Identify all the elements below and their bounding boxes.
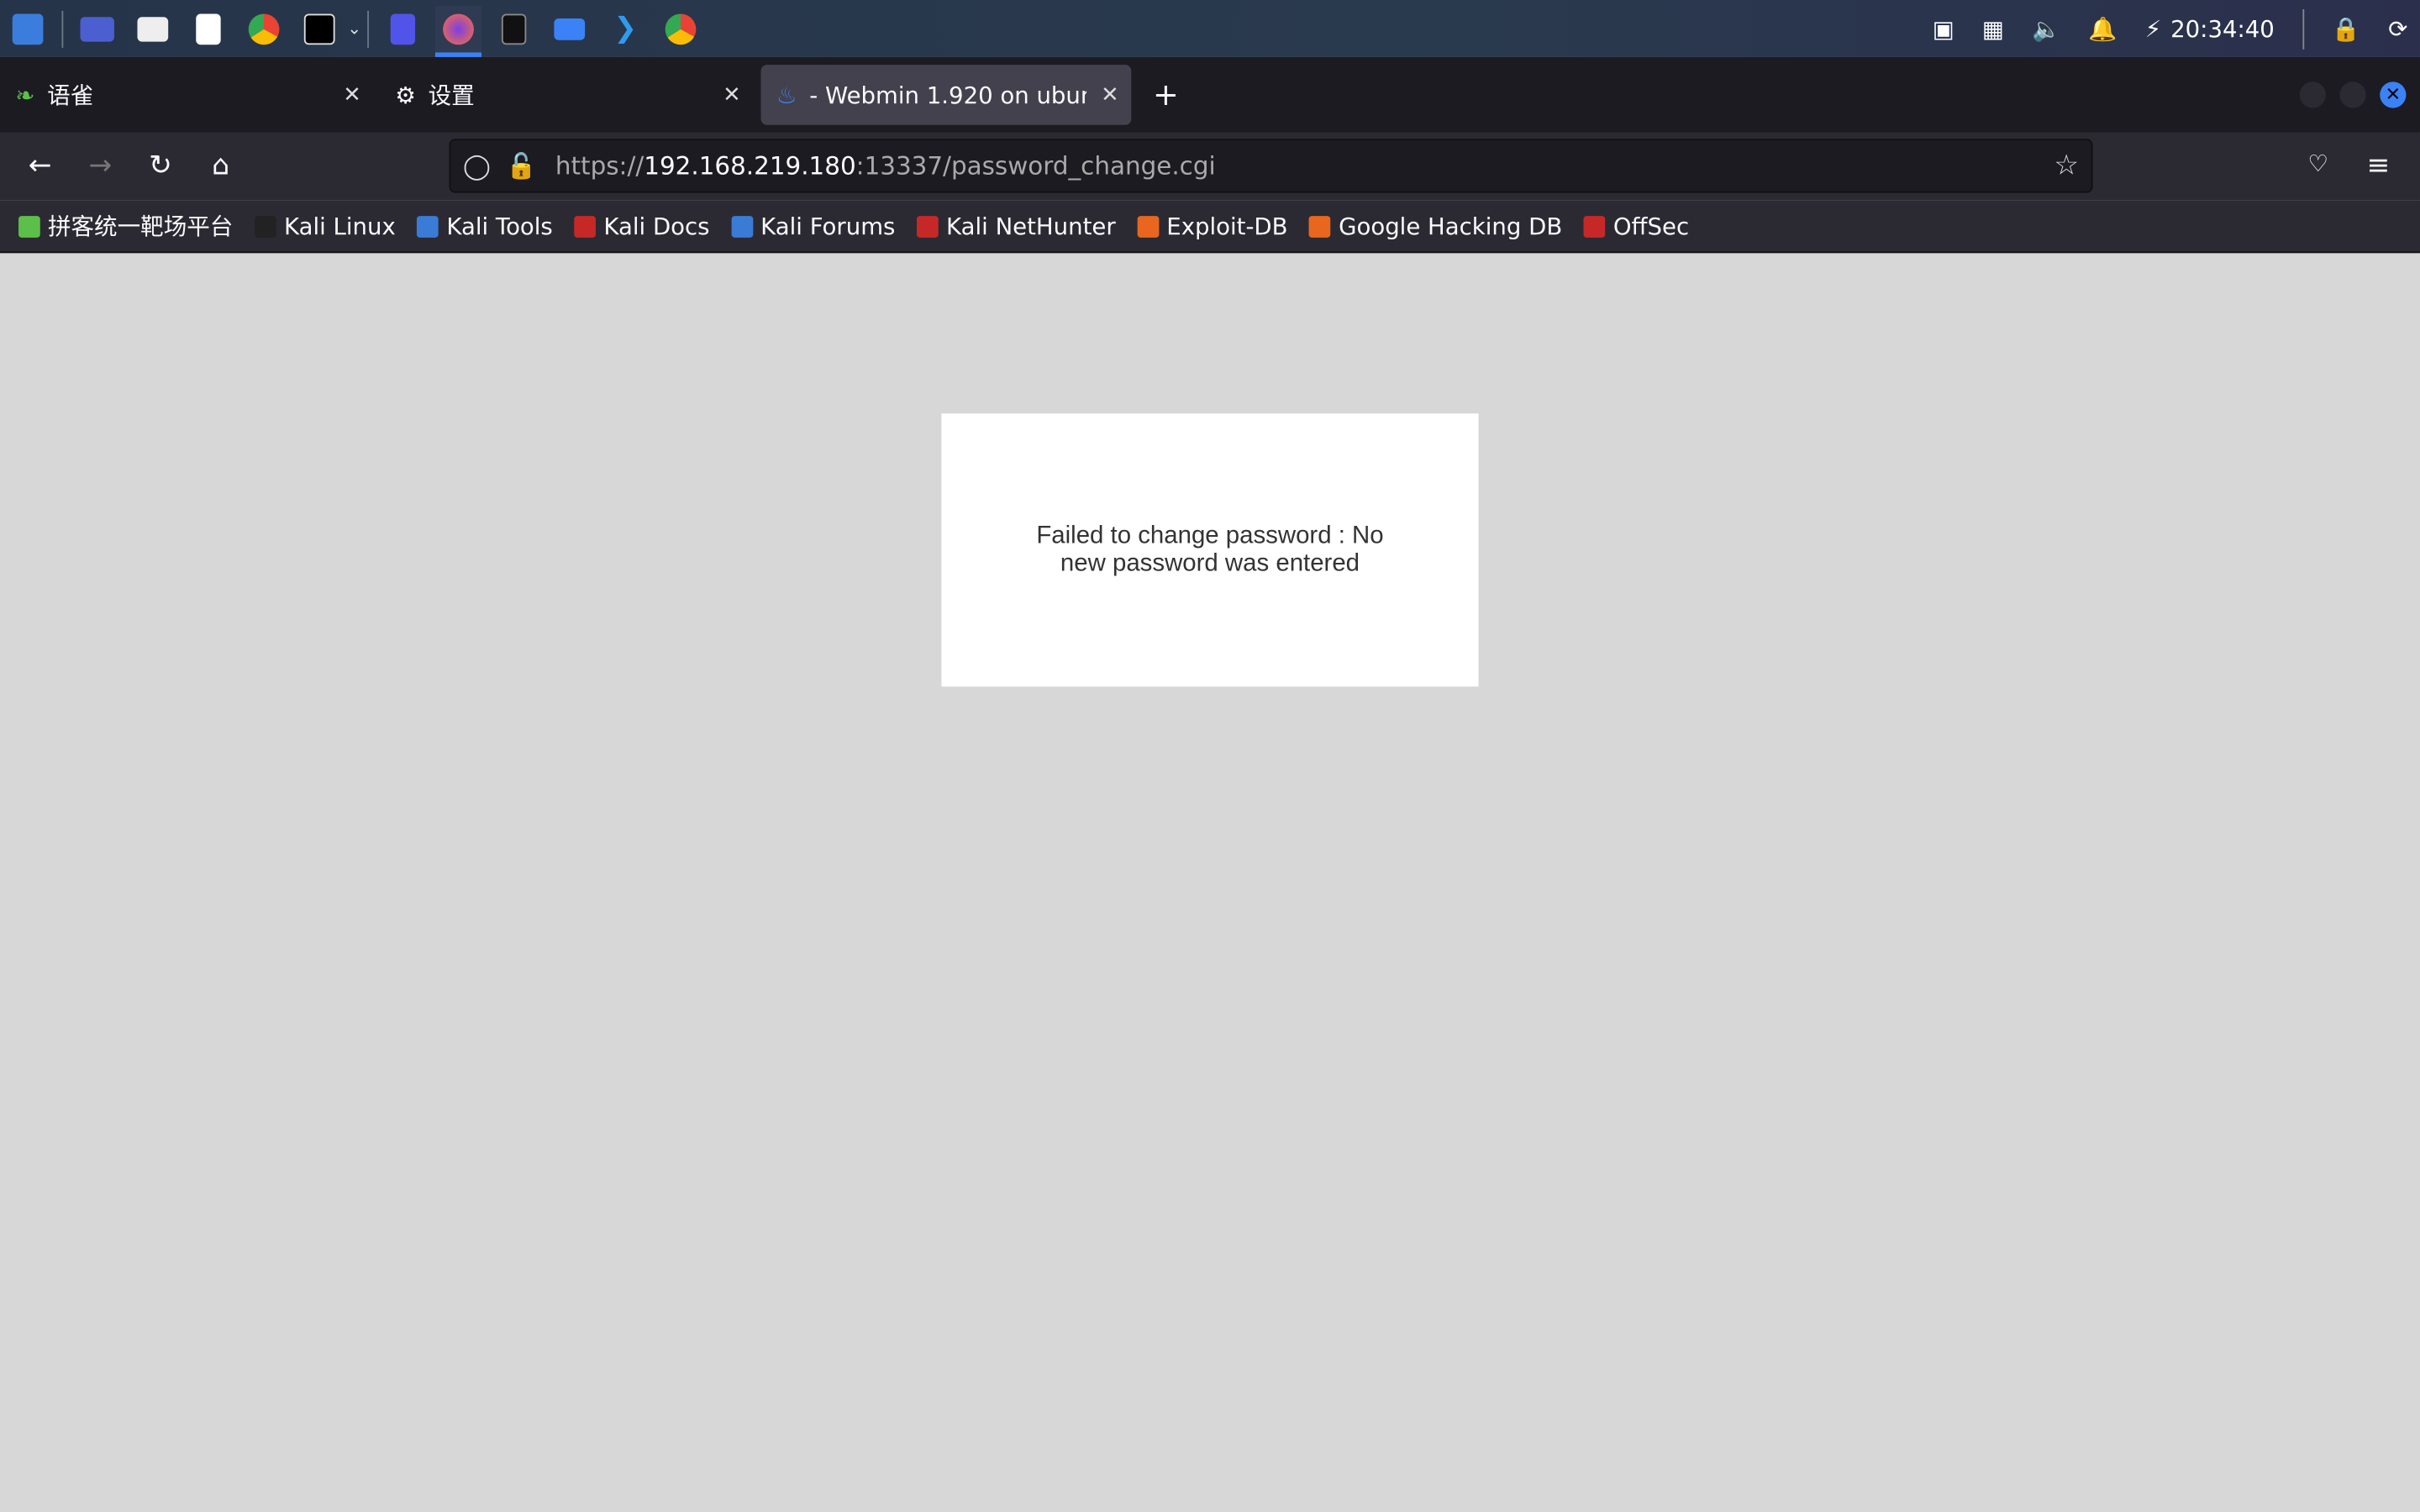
bookmark-item[interactable]: 拼客统一靶场平台 (18, 210, 233, 243)
terminal-icon[interactable] (297, 5, 343, 51)
back-button[interactable]: ← (24, 150, 57, 182)
menu-icon[interactable]: ≡ (2361, 150, 2395, 182)
error-message: Failed to change password : No new passw… (1036, 522, 1384, 577)
volume-icon[interactable]: 🔈 (2032, 14, 2060, 42)
bookmarks-toolbar: 拼客统一靶场平台 Kali Linux Kali Tools Kali Docs Kal… (0, 200, 2420, 254)
shield-icon[interactable]: ◯ (463, 151, 491, 181)
error-message-box: Failed to change password : No new passw… (941, 413, 1479, 687)
bookmark-item[interactable]: Kali Docs (574, 212, 710, 240)
chrome-icon[interactable] (658, 5, 704, 51)
close-window-button[interactable]: ✕ (2380, 81, 2407, 108)
bookmark-label: Kali Forums (760, 212, 896, 240)
bookmark-item[interactable]: Exploit-DB (1137, 212, 1288, 240)
yuque-icon: ❧ (15, 81, 35, 109)
chevron-down-icon[interactable]: ⌄ (347, 18, 361, 39)
bookmark-favicon-icon (574, 215, 597, 237)
bookmark-item[interactable]: OffSec (1583, 212, 1690, 240)
terminal-icon[interactable] (491, 5, 537, 51)
url-scheme: https:// (555, 150, 644, 181)
bookmark-item[interactable]: Kali Tools (417, 212, 553, 240)
bookmark-favicon-icon (255, 215, 276, 237)
bookmark-item[interactable]: Kali Forums (731, 213, 895, 240)
bookmark-favicon-icon (1583, 215, 1606, 237)
bookmark-item[interactable]: Google Hacking DB (1309, 213, 1562, 240)
home-button[interactable]: ⌂ (203, 150, 237, 182)
close-tab-icon[interactable]: ✕ (723, 82, 741, 107)
firefox-icon[interactable] (435, 5, 482, 57)
burp-icon[interactable] (380, 5, 426, 51)
kali-menu-icon[interactable] (5, 5, 51, 51)
bookmark-favicon-icon (1137, 215, 1160, 237)
bookmark-favicon-icon (417, 215, 439, 237)
chrome-icon[interactable] (241, 5, 287, 51)
separator (2302, 8, 2304, 49)
lock-icon[interactable]: 🔒 (2332, 14, 2360, 42)
bookmark-favicon-icon (917, 215, 939, 237)
address-bar[interactable]: ◯ 🔓 https://192.168.219.180:13337/passwo… (449, 139, 2093, 193)
bookmark-item[interactable]: Kali Linux (255, 213, 396, 240)
bookmark-label: Kali Tools (446, 212, 553, 240)
navigation-toolbar: ← → ↻ ⌂ ◯ 🔓 https://192.168.219.180:1333… (0, 132, 2420, 201)
logout-icon[interactable]: ⟳ (2388, 14, 2407, 42)
bookmark-label: Exploit-DB (1166, 212, 1288, 240)
close-tab-icon[interactable]: ✕ (1101, 82, 1119, 107)
bookmark-label: Kali Docs (603, 212, 710, 240)
battery-icon[interactable]: ⚡ (2145, 14, 2161, 42)
close-tab-icon[interactable]: ✕ (343, 82, 361, 107)
bookmark-star-icon[interactable]: ☆ (2054, 150, 2079, 182)
separator (61, 9, 64, 48)
new-tab-button[interactable]: + (1153, 76, 1179, 113)
bookmark-label: Kali NetHunter (946, 212, 1116, 240)
bookmark-favicon-icon (1309, 215, 1331, 237)
bookmark-label: Kali Linux (283, 212, 396, 240)
bookmark-favicon-icon (18, 215, 40, 237)
clock[interactable]: 20:34:40 (2170, 14, 2275, 42)
vscode-icon[interactable]: ❯ (602, 5, 649, 51)
gear-icon: ⚙ (395, 81, 416, 109)
maximize-button[interactable] (2339, 81, 2366, 108)
bookmark-label: OffSec (1612, 212, 1690, 240)
bookmark-item[interactable]: Kali NetHunter (917, 213, 1116, 240)
workspace-icon[interactable] (74, 5, 120, 51)
network-icon[interactable]: ▣ (1933, 14, 1954, 42)
tab-webmin[interactable]: ♨ - Webmin 1.920 on ubuntu ✕ (760, 65, 1132, 125)
webmin-icon: ♨ (776, 81, 797, 109)
tab-bar: ❧ 语雀 ✕ ⚙ 设置 ✕ ♨ - Webmin 1.920 on ubuntu ✕ + ✕ (0, 56, 2420, 133)
tab-label: 语雀 (47, 81, 94, 110)
pocket-icon[interactable]: ♡ (2302, 150, 2335, 177)
tab-label: 设置 (428, 81, 475, 110)
minimize-button[interactable] (2299, 81, 2326, 108)
bookmark-label: Google Hacking DB (1339, 212, 1563, 240)
page-content: Failed to change password : No new passw… (0, 255, 2420, 1512)
keyboard-icon[interactable]: ▦ (1982, 14, 2004, 42)
tab-settings[interactable]: ⚙ 设置 ✕ (380, 65, 753, 125)
reload-button[interactable]: ↻ (144, 150, 177, 182)
system-tray: ▣ ▦ 🔈 🔔 ⚡ 20:34:40 🔒 ⟳ (1933, 0, 2407, 57)
bookmark-label: 拼客统一靶场平台 (47, 213, 234, 241)
taskbar: ⌄ ❯ ▣ ▦ 🔈 🔔 ⚡ 20:34:40 🔒 ⟳ (0, 0, 2420, 57)
separator (367, 9, 370, 48)
forward-button[interactable]: → (83, 150, 117, 182)
url-path: :13337/password_change.cgi (855, 150, 1216, 181)
lock-warning-icon[interactable]: 🔓 (506, 151, 537, 181)
folder-icon[interactable] (547, 5, 593, 51)
bell-icon[interactable]: 🔔 (2088, 14, 2117, 42)
tab-label: - Webmin 1.920 on ubuntu (809, 81, 1087, 109)
url-host: 192.168.219.180 (644, 150, 856, 181)
tab-yuque[interactable]: ❧ 语雀 ✕ (0, 65, 373, 125)
file-manager-icon[interactable] (129, 5, 176, 51)
bookmark-favicon-icon (731, 215, 753, 237)
text-editor-icon[interactable] (185, 5, 231, 51)
